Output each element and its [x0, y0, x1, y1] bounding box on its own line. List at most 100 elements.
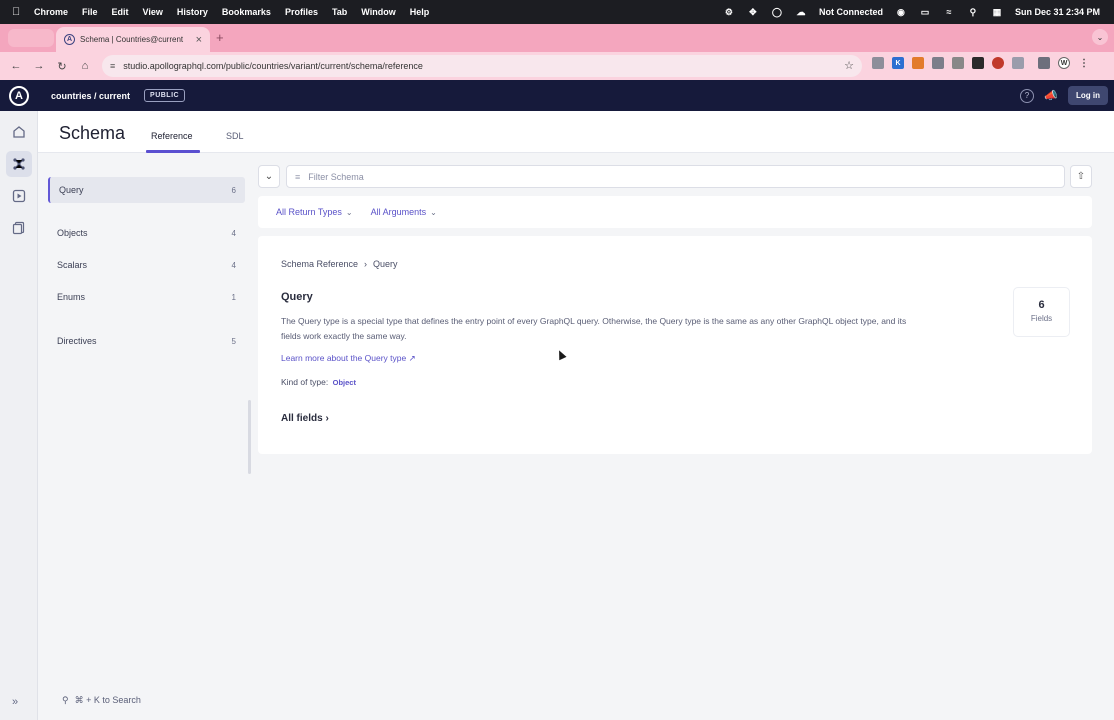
graph-variant-name[interactable]: countries / current	[51, 91, 130, 101]
extension-play-icon[interactable]	[992, 57, 1004, 69]
sidebar-item-label: Directives	[57, 336, 97, 346]
menu-profiles[interactable]: Profiles	[285, 7, 318, 17]
expand-nav-icon[interactable]: »	[12, 696, 18, 708]
back-arrow-icon[interactable]: ←	[9, 59, 23, 73]
mac-menubar:  Chrome File Edit View History Bookmark…	[0, 0, 1114, 24]
menu-history[interactable]: History	[177, 7, 208, 17]
left-nav-rail: »	[0, 111, 38, 720]
megaphone-icon[interactable]: 📣	[1044, 89, 1058, 103]
kind-of-type: Kind of type: Object	[281, 377, 356, 387]
extension-dark-icon[interactable]	[972, 57, 984, 69]
gear-icon[interactable]: ⚙	[723, 6, 735, 18]
profile-avatar-icon[interactable]: W	[1058, 57, 1070, 69]
home-chart-icon	[13, 126, 25, 138]
sidebar-item-count: 1	[231, 292, 236, 302]
menu-app-name[interactable]: Chrome	[34, 7, 68, 17]
bookmark-star-icon[interactable]: ☆	[844, 59, 854, 72]
battery-icon[interactable]: ▭	[919, 6, 931, 18]
background-tab[interactable]	[8, 29, 54, 47]
menubar-clock[interactable]: Sun Dec 31 2:34 PM	[1015, 7, 1100, 17]
sidepanel-icon[interactable]	[1038, 57, 1050, 69]
menu-file[interactable]: File	[82, 7, 98, 17]
site-info-icon[interactable]: ≡	[110, 61, 115, 71]
sidebar-item-directives[interactable]: Directives 5	[48, 328, 245, 354]
all-fields-link[interactable]: All fields ›	[281, 413, 329, 424]
move-icon[interactable]: ✥	[747, 6, 759, 18]
sidebar-item-scalars[interactable]: Scalars 4	[48, 252, 245, 278]
collapse-sidebar-button[interactable]: ⌄	[258, 165, 280, 188]
browser-tab-strip: A Schema | Countries@current × + ⌄	[0, 24, 1114, 52]
menu-window[interactable]: Window	[361, 7, 395, 17]
sidebar-item-query[interactable]: Query 6	[48, 177, 245, 203]
share-button[interactable]: ⇧	[1070, 165, 1092, 188]
menu-edit[interactable]: Edit	[112, 7, 129, 17]
network-status[interactable]: Not Connected	[819, 7, 883, 17]
browser-tab-active[interactable]: A Schema | Countries@current ×	[56, 27, 210, 52]
menu-tab[interactable]: Tab	[332, 7, 347, 17]
sidebar-item-label: Objects	[57, 228, 88, 238]
close-tab-icon[interactable]: ×	[196, 34, 202, 46]
chevron-down-icon: ⌄	[430, 208, 437, 217]
tab-search-chevron-icon[interactable]: ⌄	[1092, 29, 1108, 45]
sidebar-scrollbar[interactable]	[248, 400, 251, 474]
extension-copy-icon[interactable]	[952, 57, 964, 69]
apple-menu-icon[interactable]: 	[12, 6, 24, 18]
filter-schema-input[interactable]: ≡ Filter Schema	[286, 165, 1065, 188]
header-actions: ? 📣 Log in	[1020, 86, 1108, 105]
search-icon[interactable]: ⚲	[967, 6, 979, 18]
play-square-icon	[12, 189, 26, 203]
forward-arrow-icon[interactable]: →	[32, 59, 46, 73]
filter-icon: ≡	[295, 171, 301, 182]
breadcrumb-root[interactable]: Schema Reference	[281, 259, 358, 269]
rail-home-icon[interactable]	[6, 119, 32, 145]
all-fields-label: All fields	[281, 413, 323, 424]
type-detail-card: Schema Reference › Query Query The Query…	[258, 236, 1092, 454]
extension-k-icon[interactable]: K	[892, 57, 904, 69]
share-icon: ⇧	[1076, 171, 1086, 182]
filters-bar: All Return Types ⌄ All Arguments ⌄	[258, 196, 1092, 228]
sidebar-item-objects[interactable]: Objects 4	[48, 220, 245, 246]
arguments-dropdown[interactable]: All Arguments ⌄	[371, 207, 437, 217]
learn-more-label: Learn more about the Query type	[281, 353, 407, 363]
learn-more-link[interactable]: Learn more about the Query type ↗	[281, 353, 416, 364]
rail-explorer-icon[interactable]	[6, 183, 32, 209]
extension-camera-icon[interactable]	[932, 57, 944, 69]
return-types-dropdown[interactable]: All Return Types ⌄	[276, 207, 353, 217]
extension-pin-icon[interactable]	[872, 57, 884, 69]
sidebar-item-count: 4	[231, 260, 236, 270]
fields-count-label: Fields	[1030, 314, 1053, 323]
breadcrumb: Schema Reference › Query	[281, 259, 398, 269]
address-bar[interactable]: ≡ studio.apollographql.com/public/countr…	[102, 55, 862, 77]
rail-schema-icon[interactable]	[6, 151, 32, 177]
sidebar-item-count: 4	[231, 228, 236, 238]
globe-icon[interactable]: ◯	[771, 6, 783, 18]
menu-bookmarks[interactable]: Bookmarks	[222, 7, 271, 17]
tab-sdl[interactable]: SDL	[226, 131, 244, 141]
search-shortcut[interactable]: ⚲ ⌘ + K to Search	[62, 695, 141, 706]
apollo-logo-icon[interactable]: A	[9, 85, 29, 106]
control-center-icon[interactable]: ▦	[991, 6, 1003, 18]
chevron-right-icon: ›	[325, 413, 329, 424]
extensions-puzzle-icon[interactable]	[1012, 57, 1024, 69]
login-button[interactable]: Log in	[1068, 86, 1108, 105]
public-badge: PUBLIC	[144, 89, 186, 102]
browser-menu-icon[interactable]: ⋮	[1078, 57, 1090, 69]
reload-icon[interactable]: ↻	[55, 59, 69, 73]
menu-help[interactable]: Help	[410, 7, 430, 17]
kind-value[interactable]: Object	[333, 378, 356, 387]
rail-changelog-icon[interactable]	[6, 215, 32, 241]
sidebar-item-label: Enums	[57, 292, 86, 302]
menu-view[interactable]: View	[143, 7, 163, 17]
extension-fox-icon[interactable]	[912, 57, 924, 69]
breadcrumb-separator-icon: ›	[364, 259, 368, 269]
filter-placeholder: Filter Schema	[308, 171, 364, 182]
home-icon[interactable]: ⌂	[78, 59, 92, 73]
help-icon[interactable]: ?	[1020, 88, 1034, 103]
record-icon[interactable]: ◉	[895, 6, 907, 18]
tab-reference[interactable]: Reference	[151, 131, 193, 141]
studio-header: A countries / current PUBLIC ? 📣 Log in	[0, 80, 1114, 111]
wifi-icon[interactable]: ≈	[943, 6, 955, 18]
new-tab-icon[interactable]: +	[216, 30, 224, 45]
sidebar-item-enums[interactable]: Enums 1	[48, 284, 245, 310]
cloud-icon[interactable]: ☁	[795, 6, 807, 18]
